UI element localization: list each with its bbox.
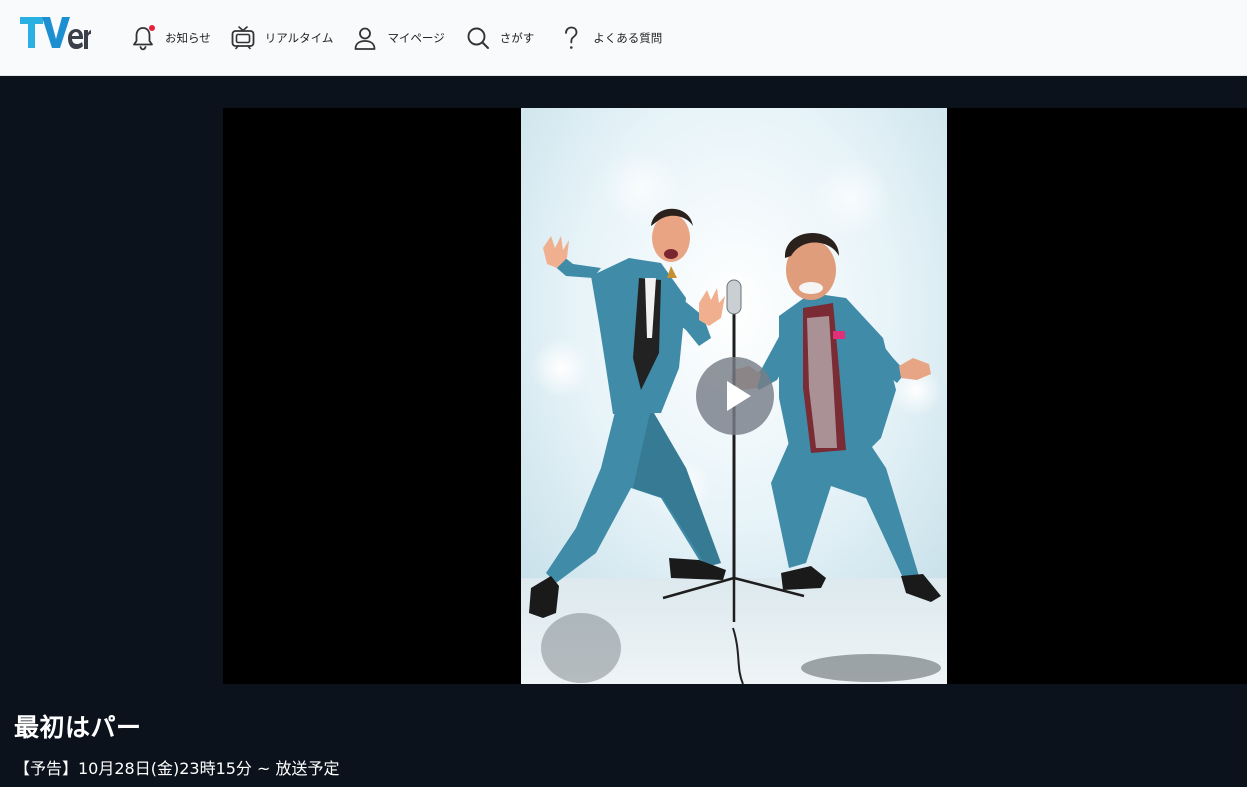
nav-item-notifications[interactable]: お知らせ [130, 18, 211, 58]
nav-label: お知らせ [165, 30, 211, 45]
tv-icon [230, 24, 256, 52]
top-header: お知らせ リアルタイム マイページ さがす よくある質問 [0, 0, 1247, 76]
notification-badge [149, 24, 155, 31]
nav-label: マイページ [387, 30, 445, 45]
program-broadcast-info: 【予告】10月28日(金)23時15分 ~ 放送予定 [14, 759, 340, 778]
nav-item-realtime[interactable]: リアルタイム [230, 18, 334, 58]
video-player[interactable] [223, 108, 1247, 684]
main-nav: お知らせ リアルタイム マイページ さがす よくある質問 [130, 0, 662, 75]
nav-item-faq[interactable]: よくある質問 [558, 18, 662, 58]
tver-logo[interactable] [19, 14, 91, 56]
play-button[interactable] [696, 357, 774, 435]
nav-label: リアルタイム [264, 30, 334, 45]
program-title: 最初はパー [14, 713, 142, 742]
nav-item-search[interactable]: さがす [465, 18, 535, 58]
search-icon [465, 24, 491, 52]
user-icon [352, 24, 378, 52]
play-icon [727, 381, 751, 411]
nav-label: よくある質問 [593, 30, 663, 45]
bell-icon [130, 24, 156, 52]
nav-label: さがす [499, 30, 535, 45]
question-icon [558, 24, 584, 52]
nav-item-mypage[interactable]: マイページ [352, 18, 445, 58]
